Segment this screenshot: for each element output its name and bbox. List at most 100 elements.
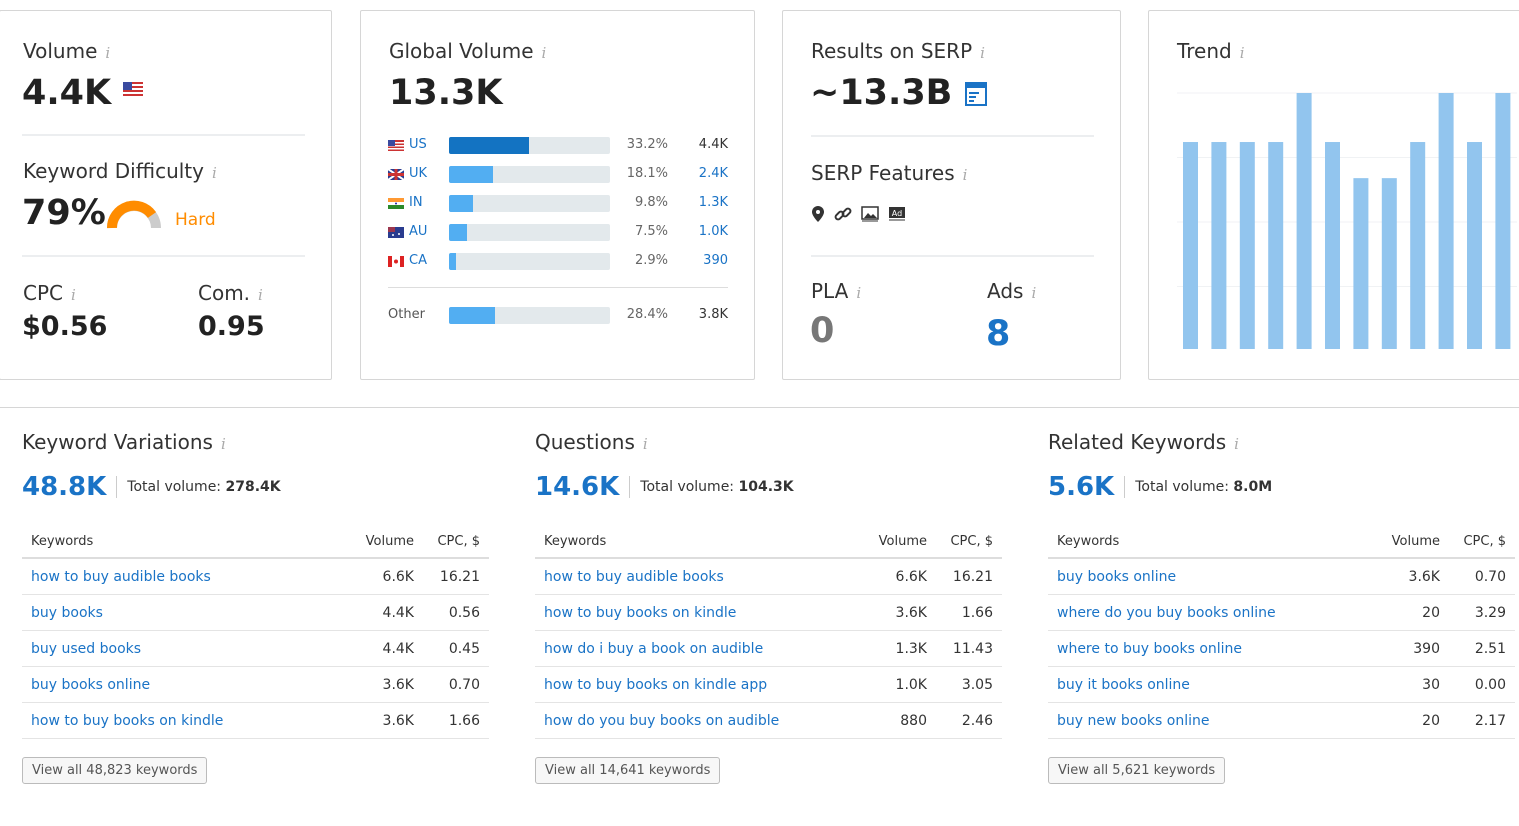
other-pct: 28.4% [626,307,668,322]
info-icon[interactable]: i [542,44,547,62]
info-icon[interactable]: i [105,44,110,62]
volume-cell: 20 [1379,594,1449,631]
share-pct: 7.5% [634,224,668,239]
trend-bar[interactable] [1353,178,1369,349]
keyword-link[interactable]: buy books [22,594,353,631]
trend-bar[interactable] [1410,142,1426,349]
kd-gauge-icon [106,200,161,229]
trend-bar[interactable] [1325,142,1340,349]
divider [0,407,1519,408]
table-row: buy books online 3.6K 0.70 [1048,558,1515,595]
keyword-link[interactable]: buy it books online [1048,666,1379,703]
country-volume[interactable]: 4.4K [699,137,728,152]
section-count[interactable]: 48.8K [22,472,106,502]
volume-cell: 3.6K [866,594,936,631]
info-icon[interactable]: i [1240,44,1245,62]
country-volume[interactable]: 1.3K [699,195,728,210]
kd-value: 79% [22,193,106,233]
info-icon[interactable]: i [221,435,226,453]
table-row: how do i buy a book on audible 1.3K 11.43 [535,630,1002,667]
info-icon[interactable]: i [856,284,861,302]
keyword-link[interactable]: where do you buy books online [1048,594,1379,631]
ad-icon[interactable]: Ad [888,206,906,222]
keyword-link[interactable]: how to buy books on kindle app [535,666,866,703]
share-pct: 33.2% [626,137,668,152]
keyword-link[interactable]: how to buy books on kindle [535,594,866,631]
keyword-link[interactable]: buy books online [1048,558,1379,595]
info-icon[interactable]: i [980,44,985,62]
cpc-cell: 3.05 [936,666,1002,703]
section-related-keywords: Related Keywords i 5.6K Total volume: 8.0M… [1048,430,1515,784]
section-count[interactable]: 5.6K [1048,472,1114,502]
keyword-link[interactable]: buy new books online [1048,702,1379,739]
view-all-button[interactable]: View all 5,621 keywords [1048,757,1226,784]
country-code[interactable]: AU [409,224,427,239]
col-cpc: CPC, $ [1449,526,1515,559]
trend-bar[interactable] [1381,178,1397,349]
global-title: Global Volume [389,39,534,63]
volume-title: Volume [23,39,98,63]
link-icon[interactable] [834,205,852,223]
keyword-link[interactable]: buy books online [22,666,353,703]
info-icon[interactable]: i [963,166,968,184]
cpc-cell: 3.29 [1449,594,1515,631]
keyword-link[interactable]: how to buy books on kindle [22,702,353,739]
keyword-link[interactable]: how do you buy books on audible [535,702,866,739]
country-code[interactable]: US [409,137,427,152]
country-volume[interactable]: 2.4K [699,166,728,181]
view-all-button[interactable]: View all 14,641 keywords [535,757,721,784]
trend-bar[interactable] [1211,142,1227,349]
keyword-link[interactable]: buy used books [22,630,353,667]
trend-bar[interactable] [1467,142,1482,349]
cpc-value: $0.56 [22,311,108,342]
trend-bar[interactable] [1239,142,1255,349]
section-title: Questions [535,430,635,454]
info-icon[interactable]: i [643,435,648,453]
serp-title: Results on SERP [811,39,973,63]
keyword-link[interactable]: how do i buy a book on audible [535,630,866,667]
keyword-link[interactable]: where to buy books online [1048,630,1379,667]
keyword-link[interactable]: how to buy audible books [22,558,353,595]
table-row: buy new books online 20 2.17 [1048,702,1515,739]
table-row: how to buy books on kindle 3.6K 1.66 [22,702,489,739]
volume-cell: 4.4K [353,594,423,631]
view-all-button[interactable]: View all 48,823 keywords [22,757,208,784]
cpc-cell: 0.45 [423,630,489,667]
cpc-cell: 16.21 [423,558,489,595]
cpc-cell: 11.43 [936,630,1002,667]
trend-bar[interactable] [1438,93,1454,349]
trend-bar[interactable] [1296,93,1312,349]
table-row: how to buy books on kindle 3.6K 1.66 [535,594,1002,631]
serp-snapshot-icon[interactable] [964,82,987,106]
total-value: 8.0M [1233,479,1273,495]
volume-value: 4.4K [22,73,112,113]
info-icon[interactable]: i [258,286,263,304]
trend-bar[interactable] [1268,142,1284,349]
keywords-table: Keywords Volume CPC, $ how to buy audible b… [22,526,489,739]
info-icon[interactable]: i [1234,435,1239,453]
image-icon[interactable] [861,206,879,222]
info-icon[interactable]: i [71,286,76,304]
trend-bar[interactable] [1495,93,1511,349]
ads-value[interactable]: 8 [986,314,1010,354]
total-label: Total volume: [640,479,735,495]
country-code[interactable]: IN [409,195,423,210]
map-pin-icon[interactable] [811,205,825,223]
col-cpc: CPC, $ [936,526,1002,559]
section-keyword-variations: Keyword Variations i 48.8K Total volume: 2… [22,430,489,784]
country-volume[interactable]: 390 [703,253,728,268]
table-row: buy it books online 30 0.00 [1048,666,1515,703]
keyword-link[interactable]: how to buy audible books [535,558,866,595]
other-bar [449,307,610,324]
trend-bar[interactable] [1183,142,1198,349]
country-code[interactable]: CA [409,253,427,268]
country-code[interactable]: UK [409,166,427,181]
info-icon[interactable]: i [1031,284,1036,302]
volume-cell: 6.6K [353,558,423,595]
volume-cell: 4.4K [353,630,423,667]
info-icon[interactable]: i [212,164,217,182]
country-volume[interactable]: 1.0K [699,224,728,239]
section-count[interactable]: 14.6K [535,472,619,502]
col-keywords: Keywords [22,526,353,559]
share-pct: 2.9% [634,253,668,268]
